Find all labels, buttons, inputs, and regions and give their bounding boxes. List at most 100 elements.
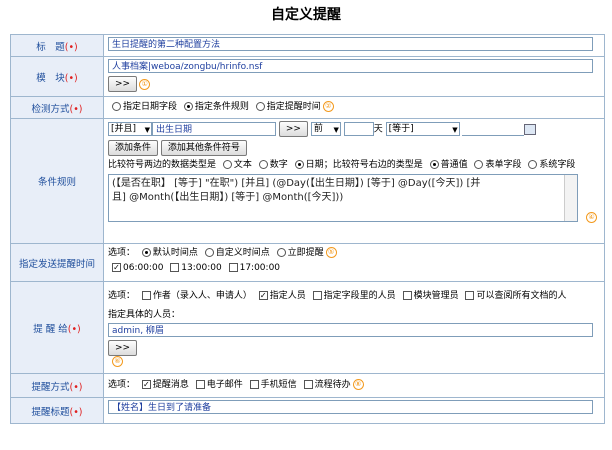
checkbox-all-readers[interactable] xyxy=(465,291,475,300)
message-label: 提醒消息 xyxy=(152,380,189,390)
chevron-down-icon: ▼ xyxy=(452,126,458,134)
required-mark: (•) xyxy=(64,41,78,53)
method-label-text: 提醒方式 xyxy=(31,381,70,393)
system-field-label: 系统字段 xyxy=(539,159,576,170)
checkbox-time-0600[interactable]: ✓ xyxy=(112,263,121,272)
radio-type-number[interactable] xyxy=(258,159,268,169)
author-label: 作者（录入人、申请人） xyxy=(152,291,252,301)
add-condition-button[interactable]: 添加条件 xyxy=(108,139,159,156)
checkbox-author[interactable] xyxy=(141,291,151,300)
type-date-label: 日期 xyxy=(305,159,324,170)
marker-5: ⑤ xyxy=(325,247,337,258)
immediate-label: 立即提醒 xyxy=(287,248,324,258)
required-mark: (•) xyxy=(69,103,83,115)
plain-value-label: 普通值 xyxy=(440,159,468,170)
operator-value: [等于] xyxy=(388,124,414,134)
radio-condition-rule[interactable] xyxy=(183,102,193,111)
title-label-text: 标 题 xyxy=(36,41,65,53)
expression-line-2: 且] @Month(【出生日期】) [等于] @Month([今天])) xyxy=(112,191,344,203)
email-label: 电子邮件 xyxy=(206,380,243,390)
direction-select[interactable]: 前 ▼ xyxy=(310,122,341,136)
module-label: 模 块(•) xyxy=(10,56,104,97)
recipients-label: 提 醒 给(•) xyxy=(10,281,104,374)
radio-immediate[interactable] xyxy=(276,248,286,257)
required-mark: (•) xyxy=(69,406,83,418)
conditions-label: 条件规则 xyxy=(10,118,104,244)
radio-type-date[interactable] xyxy=(294,159,304,169)
scrollbar[interactable] xyxy=(564,174,577,221)
time-1300-label: 13:00:00 xyxy=(181,263,222,273)
checkbox-sms[interactable] xyxy=(249,380,259,389)
days-input[interactable] xyxy=(343,122,374,136)
field-input[interactable]: 出生日期 xyxy=(152,122,276,136)
remind-title-label-text: 提醒标题 xyxy=(31,406,70,418)
checkbox-message[interactable]: ✓ xyxy=(141,380,151,389)
radio-custom-time[interactable] xyxy=(204,248,214,257)
required-mark: (•) xyxy=(67,323,81,335)
method-label: 提醒方式(•) xyxy=(10,373,104,398)
form-field-label: 表单字段 xyxy=(485,159,522,170)
radio-system-field[interactable] xyxy=(528,159,538,169)
chevron-down-icon: ▼ xyxy=(144,126,150,134)
checkbox-specific-person[interactable]: ✓ xyxy=(258,291,268,300)
send-time-options-label: 选项： xyxy=(108,248,136,258)
expression-line-1: (【是否在职】 [等于] "在职") [并且] (@Day(【出生日期】) [等… xyxy=(112,177,481,189)
checkbox-field-person[interactable] xyxy=(312,291,322,300)
condition-expression-textarea[interactable]: (【是否在职】 [等于] "在职") [并且] (@Day(【出生日期】) [等… xyxy=(108,173,578,222)
radio-date-field[interactable] xyxy=(112,102,121,111)
recipients-options-label: 选项： xyxy=(108,291,136,301)
reminder-form: 标 题(•) 生日提醒的第二种配置方法 模 块(•) 人事档案|weboa/zo… xyxy=(10,34,605,424)
remind-title-input[interactable]: 【姓名】生日到了请准备 xyxy=(108,400,593,414)
radio-plain-value[interactable] xyxy=(429,159,439,169)
checkbox-module-admin[interactable] xyxy=(402,291,412,300)
field-pick-button[interactable]: >> xyxy=(278,121,308,137)
checkbox-time-1300[interactable] xyxy=(170,263,180,272)
day-unit-label: 天 xyxy=(373,124,383,135)
required-mark: (•) xyxy=(69,381,83,393)
operator-select[interactable]: [等于] ▼ xyxy=(385,122,460,136)
all-readers-label: 可以查阅所有文档的人 xyxy=(476,291,567,301)
radio-default-time[interactable] xyxy=(141,248,151,257)
module-input[interactable]: 人事档案|weboa/zongbu/hrinfo.nsf xyxy=(108,59,593,73)
checkbox-workflow-todo[interactable] xyxy=(303,380,313,389)
type-separator: ； xyxy=(323,159,333,170)
radio-form-field[interactable] xyxy=(474,159,484,169)
time-0600-label: 06:00:00 xyxy=(123,263,164,273)
type-number-label: 数字 xyxy=(269,159,288,170)
value-input[interactable] xyxy=(462,122,525,136)
specific-persons-label: 指定具体的人员： xyxy=(108,310,181,320)
radio-type-text[interactable] xyxy=(222,159,232,169)
checkbox-email[interactable] xyxy=(195,380,205,389)
field-person-label: 指定字段里的人员 xyxy=(323,291,396,301)
persons-select-button[interactable]: >> xyxy=(108,340,138,356)
radio-remind-time[interactable] xyxy=(255,102,265,111)
title-label: 标 题(•) xyxy=(10,34,104,57)
page-title: 自定义提醒 xyxy=(271,7,341,23)
conditions-label-text: 条件规则 xyxy=(37,177,76,188)
module-select-button[interactable]: >> xyxy=(108,76,138,92)
calendar-icon[interactable] xyxy=(524,123,537,135)
sms-label: 手机短信 xyxy=(260,380,297,390)
marker-6: ⑥ xyxy=(112,356,123,367)
checkbox-time-1700[interactable] xyxy=(228,263,238,272)
connector-select[interactable]: [并且] ▼ xyxy=(108,122,152,136)
module-admin-label: 模块管理员 xyxy=(413,291,459,301)
marker-8: ⑧ xyxy=(352,379,364,390)
recipients-label-text: 提 醒 给 xyxy=(33,323,68,335)
send-time-label-text: 指定发送提醒时间 xyxy=(18,258,95,270)
method-options-label: 选项： xyxy=(108,380,136,390)
custom-time-label: 自定义时间点 xyxy=(215,248,270,258)
remind-title-label: 提醒标题(•) xyxy=(10,397,104,424)
marker-2: ② xyxy=(322,101,334,112)
specific-persons-input[interactable]: admin, 柳眉 xyxy=(108,323,593,337)
direction-value: 前 xyxy=(313,124,323,134)
specific-person-label: 指定人员 xyxy=(269,291,306,301)
radio-date-field-label: 指定日期字段 xyxy=(123,102,178,112)
radio-remind-time-label: 指定提醒时间 xyxy=(266,102,321,112)
type-text-label: 文本 xyxy=(233,159,252,170)
radio-condition-rule-label: 指定条件规则 xyxy=(194,102,249,112)
add-other-symbol-button[interactable]: 添加其他条件符号 xyxy=(160,139,247,156)
left-type-label: 比较符号两边的数据类型是 xyxy=(108,159,217,170)
workflow-todo-label: 流程待办 xyxy=(314,380,351,390)
title-input[interactable]: 生日提醒的第二种配置方法 xyxy=(108,37,593,51)
